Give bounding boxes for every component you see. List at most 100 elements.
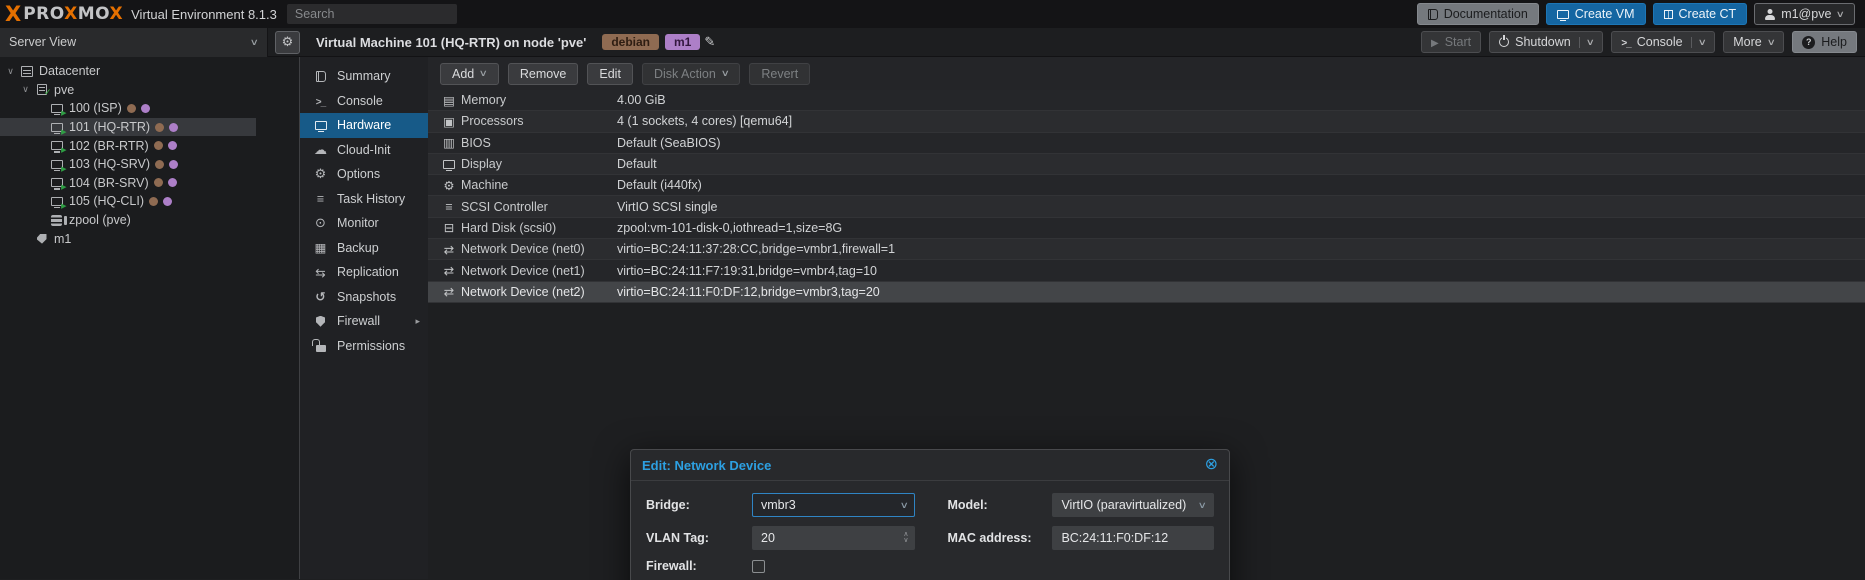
console-button[interactable]: Console∨ [1611,31,1715,53]
edit-tags-icon[interactable] [704,34,715,50]
tree-item-datacenter[interactable]: ∨Datacenter [0,62,256,81]
nav-item-task-history[interactable]: Task History [300,187,428,212]
hardware-row-value: VirtIO SCSI single [617,200,718,214]
hardware-row[interactable]: Hard Disk (scsi0)zpool:vm-101-disk-0,iot… [428,218,1865,239]
bridge-combo[interactable]: ∨ [752,493,915,517]
hardware-row[interactable]: Processors4 (1 sockets, 4 cores) [qemu64… [428,111,1865,132]
terminal-icon [1621,35,1630,49]
proxmox-wordmark: PROXMOX [23,4,123,24]
edit-button[interactable]: Edit [587,63,633,85]
sub-bar: Server View ∨ Virtual Machine 101 (HQ-RT… [0,28,1865,57]
tree-item-label: m1 [54,232,71,246]
vlan-tag-input[interactable] [761,531,906,545]
tree-item-100-isp-[interactable]: 100 (ISP) [0,99,256,118]
tree-item-pve[interactable]: ∨pve [0,81,256,100]
mac-address-label: MAC address: [947,531,1052,545]
nav-item-replication[interactable]: Replication [300,260,428,285]
hardware-row[interactable]: BIOSDefault (SeaBIOS) [428,133,1865,154]
model-input[interactable] [1061,498,1205,512]
hardware-row-value: virtio=BC:24:11:F0:DF:12,bridge=vmbr3,ta… [617,285,880,299]
monitor-icon [1557,10,1569,19]
hardware-row-value: Default (SeaBIOS) [617,136,721,150]
nav-item-backup[interactable]: Backup [300,236,428,261]
tag-icon [37,234,47,244]
tag-dot-debian [155,123,164,132]
eye-icon [315,215,326,231]
search-input[interactable] [287,4,457,24]
vlan-tag-spinner[interactable]: ∧∨ [752,526,915,550]
shutdown-button[interactable]: Shutdown∨ [1489,31,1603,53]
chevron-down-icon[interactable]: ∨ [900,500,909,511]
tree-item-105-hq-cli-[interactable]: 105 (HQ-CLI) [0,192,256,211]
bridge-input[interactable] [761,498,906,512]
user-menu-button[interactable]: m1@pve ∨ [1754,3,1855,25]
tree-icon [32,84,51,95]
disk-action-label: Disk Action [654,67,716,81]
tag-dot-debian [127,104,136,113]
tree-item-104-br-srv-[interactable]: 104 (BR-SRV) [0,174,256,193]
chevron-down-icon[interactable]: ∨ [1198,500,1207,511]
nav-item-permissions[interactable]: Permissions [300,334,428,359]
chevron-down-icon: ∨ [479,68,488,79]
nav-item-options[interactable]: Options [300,162,428,187]
hardware-row[interactable]: MachineDefault (i440fx) [428,175,1865,196]
tree-item-103-hq-srv-[interactable]: 103 (HQ-SRV) [0,155,256,174]
close-icon[interactable] [1205,457,1218,473]
remove-button[interactable]: Remove [508,63,579,85]
hardware-row[interactable]: DisplayDefault [428,154,1865,175]
hardware-row[interactable]: Network Device (net0)virtio=BC:24:11:37:… [428,239,1865,260]
create-vm-button[interactable]: Create VM [1546,3,1646,25]
vm-tag-m1[interactable]: m1 [665,34,700,50]
storage-icon [51,215,62,226]
start-button[interactable]: Start [1421,31,1481,53]
nav-item-monitor[interactable]: Monitor [300,211,428,236]
top-bar: X PROXMOX Virtual Environment 8.1.3 Docu… [0,0,1865,28]
question-icon [1802,36,1815,49]
help-button[interactable]: Help [1792,31,1857,53]
nav-item-summary[interactable]: Summary [300,64,428,89]
add-button[interactable]: Add ∨ [440,63,499,85]
nav-item-console[interactable]: Console [300,89,428,114]
nav-icon [313,71,328,82]
nav-item-firewall[interactable]: Firewall▸ [300,309,428,334]
more-button[interactable]: More∨ [1723,31,1784,53]
expander-icon: ∨ [19,84,32,95]
hardware-row[interactable]: Network Device (net2)virtio=BC:24:11:F0:… [428,282,1865,303]
cube-icon [1664,10,1673,19]
nav-icon [313,142,328,158]
vm-action-buttons: Start Shutdown∨ Console∨ More∨ Help [1421,31,1857,53]
tree-item-label: 100 (ISP) [69,101,122,115]
documentation-button[interactable]: Documentation [1417,3,1539,25]
button-split: ∨ [1691,37,1706,48]
vm-icon [51,160,63,169]
disk-action-button[interactable]: Disk Action ∨ [642,63,740,85]
tree-item-m1[interactable]: m1 [0,229,256,248]
revert-button[interactable]: Revert [749,63,810,85]
mac-address-input[interactable] [1061,531,1205,545]
nav-item-cloud-init[interactable]: Cloud-Init [300,138,428,163]
hardware-row[interactable]: Memory4.00 GiB [428,90,1865,111]
create-ct-button[interactable]: Create CT [1653,3,1748,25]
tree-item-101-hq-rtr-[interactable]: 101 (HQ-RTR) [0,118,256,137]
firewall-checkbox[interactable] [752,560,765,573]
nav-item-snapshots[interactable]: Snapshots [300,285,428,310]
tree-item-102-br-rtr-[interactable]: 102 (BR-RTR) [0,136,256,155]
sync-icon [315,265,325,280]
mac-address-field[interactable] [1052,526,1214,550]
view-selector[interactable]: Server View ∨ [0,28,268,57]
nav-item-label: Backup [337,241,379,255]
tag-dot-m1 [168,141,177,150]
hardware-row[interactable]: Network Device (net1)virtio=BC:24:11:F7:… [428,260,1865,281]
nav-item-label: Task History [337,192,405,206]
dialog-header[interactable]: Edit: Network Device [631,450,1229,481]
vm-tag-debian[interactable]: debian [602,34,659,50]
tag-dot-m1 [168,178,177,187]
spinner-arrows-icon[interactable]: ∧∨ [903,532,908,544]
vlan-tag-label: VLAN Tag: [646,531,752,545]
model-combo[interactable]: ∨ [1052,493,1214,517]
tree-item-zpool-pve-[interactable]: zpool (pve) [0,211,256,230]
sidebar-settings-button[interactable] [275,31,300,54]
tree-item-label: 103 (HQ-SRV) [69,157,150,171]
nav-item-hardware[interactable]: Hardware [300,113,428,138]
hardware-row[interactable]: SCSI ControllerVirtIO SCSI single [428,196,1865,217]
